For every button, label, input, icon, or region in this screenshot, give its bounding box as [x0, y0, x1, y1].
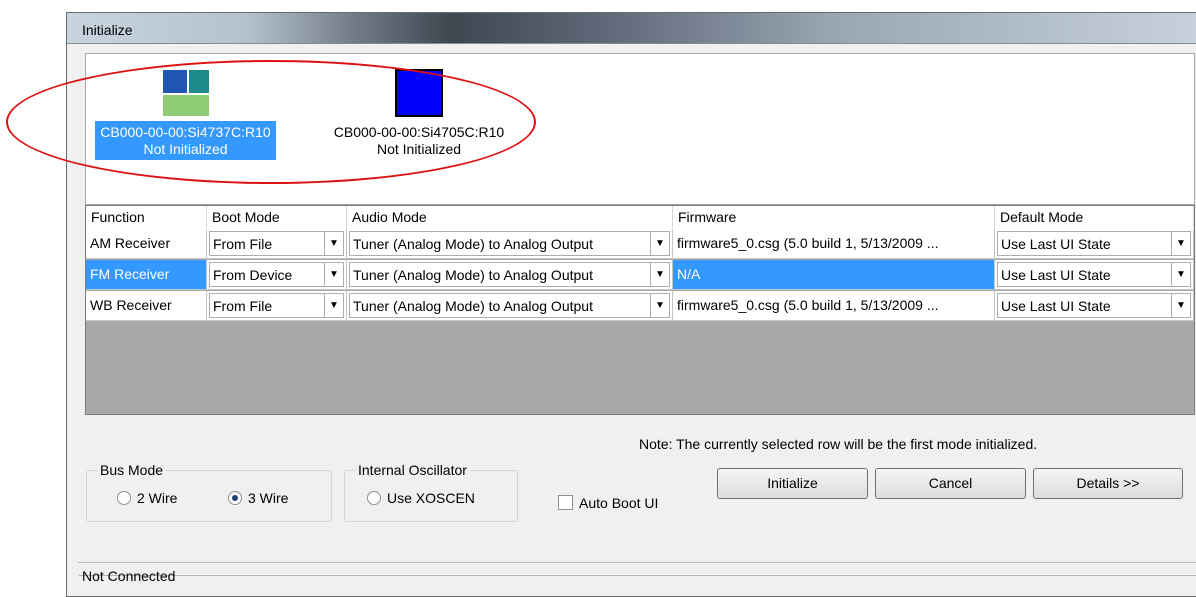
combo-arrow-icon[interactable]: ▼ [324, 294, 343, 317]
default-mode-value: Use Last UI State [1001, 298, 1111, 314]
auto-boot-checkbox[interactable]: Auto Boot UI [558, 495, 658, 511]
cancel-button[interactable]: Cancel [875, 468, 1026, 499]
boot-mode-combo[interactable]: From File ▼ [209, 231, 344, 256]
function-cell: AM Receiver [90, 235, 171, 251]
default-mode-combo[interactable]: Use Last UI State ▼ [997, 231, 1191, 256]
audio-mode-value: Tuner (Analog Mode) to Analog Output [353, 236, 593, 252]
window-title: Initialize [82, 22, 133, 38]
status-bar: Not Connected [78, 562, 1196, 591]
combo-arrow-icon[interactable]: ▼ [650, 232, 669, 255]
boot-mode-value: From Device [213, 267, 293, 283]
radio-label: 2 Wire [137, 490, 178, 506]
column-header-firmware[interactable]: Firmware [673, 206, 995, 228]
firmware-cell[interactable]: firmware5_0.csg (5.0 build 1, 5/13/2009 … [677, 235, 938, 251]
audio-mode-value: Tuner (Analog Mode) to Analog Output [353, 267, 593, 283]
checkbox-label: Auto Boot UI [579, 495, 659, 511]
combo-arrow-icon[interactable]: ▼ [1171, 232, 1190, 255]
radio-label: 3 Wire [248, 490, 289, 506]
boot-mode-combo[interactable]: From Device ▼ [209, 262, 344, 287]
combo-arrow-icon[interactable]: ▼ [650, 263, 669, 286]
boot-mode-value: From File [213, 236, 273, 252]
highlight-oval [6, 60, 536, 184]
radio-icon[interactable] [228, 491, 242, 505]
note-text: Note: The currently selected row will be… [639, 436, 1038, 452]
radio-use-xoscen[interactable]: Use XOSCEN [367, 490, 475, 506]
boot-mode-combo[interactable]: From File ▼ [209, 293, 344, 318]
combo-arrow-icon[interactable]: ▼ [1171, 263, 1190, 286]
column-header-audio-mode[interactable]: Audio Mode [347, 206, 673, 228]
internal-oscillator-label: Internal Oscillator [355, 462, 470, 478]
initialize-button[interactable]: Initialize [717, 468, 868, 499]
combo-arrow-icon[interactable]: ▼ [1171, 294, 1190, 317]
boot-mode-value: From File [213, 298, 273, 314]
bus-mode-group: Bus Mode 2 Wire 3 Wire [86, 462, 332, 522]
column-header-function[interactable]: Function [86, 206, 207, 228]
audio-mode-combo[interactable]: Tuner (Analog Mode) to Analog Output ▼ [349, 262, 670, 287]
combo-arrow-icon[interactable]: ▼ [650, 294, 669, 317]
radio-label: Use XOSCEN [387, 490, 475, 506]
internal-oscillator-group: Internal Oscillator Use XOSCEN [344, 462, 518, 522]
audio-mode-combo[interactable]: Tuner (Analog Mode) to Analog Output ▼ [349, 231, 670, 256]
mode-grid[interactable]: Function Boot Mode Audio Mode Firmware D… [85, 205, 1195, 415]
default-mode-combo[interactable]: Use Last UI State ▼ [997, 262, 1191, 287]
default-mode-value: Use Last UI State [1001, 236, 1111, 252]
grid-header-row: Function Boot Mode Audio Mode Firmware D… [86, 206, 1194, 230]
table-row[interactable]: FM Receiver From Device ▼ Tuner (Analog M… [86, 260, 1194, 290]
firmware-cell[interactable]: N/A [677, 266, 700, 282]
function-cell: FM Receiver [90, 266, 170, 282]
default-mode-value: Use Last UI State [1001, 267, 1111, 283]
bus-mode-label: Bus Mode [97, 462, 167, 478]
audio-mode-value: Tuner (Analog Mode) to Analog Output [353, 298, 593, 314]
title-bar[interactable]: Initialize [67, 13, 1196, 44]
column-header-boot-mode[interactable]: Boot Mode [207, 206, 347, 228]
table-row[interactable]: AM Receiver From File ▼ Tuner (Analog Mod… [86, 229, 1194, 259]
table-row[interactable]: WB Receiver From File ▼ Tuner (Analog Mod… [86, 291, 1194, 321]
radio-icon[interactable] [367, 491, 381, 505]
firmware-cell[interactable]: firmware5_0.csg (5.0 build 1, 5/13/2009 … [677, 297, 938, 313]
radio-2-wire[interactable]: 2 Wire [117, 490, 177, 506]
status-text: Not Connected [82, 568, 176, 584]
function-cell: WB Receiver [90, 297, 172, 313]
details-button[interactable]: Details >> [1033, 468, 1183, 499]
radio-icon[interactable] [117, 491, 131, 505]
radio-3-wire[interactable]: 3 Wire [228, 490, 288, 506]
audio-mode-combo[interactable]: Tuner (Analog Mode) to Analog Output ▼ [349, 293, 670, 318]
combo-arrow-icon[interactable]: ▼ [324, 232, 343, 255]
default-mode-combo[interactable]: Use Last UI State ▼ [997, 293, 1191, 318]
column-header-default-mode[interactable]: Default Mode [995, 206, 1194, 228]
combo-arrow-icon[interactable]: ▼ [324, 263, 343, 286]
checkbox-icon[interactable] [558, 495, 573, 510]
